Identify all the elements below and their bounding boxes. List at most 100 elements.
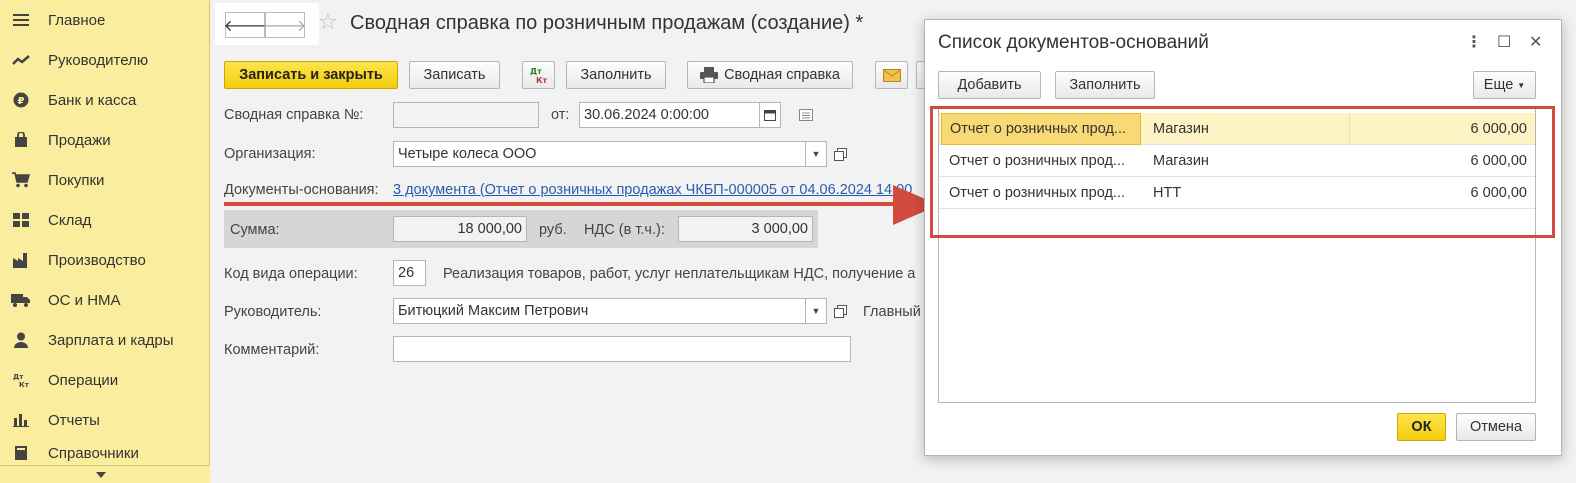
cancel-button[interactable]: Отмена xyxy=(1456,413,1536,441)
page-title: Сводная справка по розничным продажам (с… xyxy=(350,12,864,34)
currency-label: руб. xyxy=(539,222,567,238)
comment-input[interactable] xyxy=(393,336,851,362)
store-cell[interactable]: Магазин xyxy=(1153,145,1343,177)
sidebar-item-sales[interactable]: Продажи xyxy=(0,120,210,160)
calendar-icon xyxy=(764,110,776,121)
sidebar-item-label: Главное xyxy=(48,11,106,29)
org-open-button[interactable] xyxy=(829,141,851,167)
sidebar-item-label: Склад xyxy=(48,211,92,229)
menu-lines-icon xyxy=(10,11,32,29)
sidebar-item-operations[interactable]: Дт Кт Операции xyxy=(0,360,210,400)
add-button[interactable]: Добавить xyxy=(938,71,1041,99)
sidebar-item-catalogs[interactable]: Справочники xyxy=(0,440,210,466)
more-label: Еще xyxy=(1483,77,1514,93)
save-button[interactable]: Записать xyxy=(409,61,500,89)
number-input[interactable] xyxy=(393,102,539,128)
sidebar-item-main[interactable]: Главное xyxy=(0,0,210,40)
svg-text:Кт: Кт xyxy=(19,381,30,388)
dt-kt-button[interactable]: Дт Кт xyxy=(522,61,555,89)
sidebar-item-salary[interactable]: Зарплата и кадры xyxy=(0,320,210,360)
sum-label: Сумма: xyxy=(230,222,280,238)
favorite-star-icon[interactable]: ☆ xyxy=(318,9,338,35)
back-button[interactable]: 🡐 xyxy=(223,12,267,38)
org-input[interactable]: Четыре колеса ООО xyxy=(393,141,807,167)
book-icon xyxy=(10,444,32,462)
svg-text:Дт: Дт xyxy=(530,67,542,76)
maximize-icon[interactable]: ☐ xyxy=(1497,32,1511,52)
print-summary-label: Сводная справка xyxy=(724,67,840,83)
store-cell[interactable]: НТТ xyxy=(1153,177,1343,209)
comment-list-icon[interactable] xyxy=(795,102,817,128)
sum-field: 18 000,00 xyxy=(393,216,527,242)
sidebar-item-label: Банк и касса xyxy=(48,91,137,109)
triangle-down-icon: ▼ xyxy=(811,306,821,316)
dt-kt-icon: ДтКт xyxy=(10,371,32,389)
docs-link[interactable]: 3 документа (Отчет о розничных продажах … xyxy=(393,182,927,198)
vat-label: НДС (в т.ч.): xyxy=(584,222,665,238)
doc-cell[interactable]: Отчет о розничных прод... xyxy=(941,177,1141,209)
arrow-left-icon: 🡐 xyxy=(223,17,267,35)
dialog-title: Список документов-оснований xyxy=(938,32,1209,53)
ruble-coin-icon: ₽ xyxy=(10,91,32,109)
base-documents-dialog: Список документов-оснований ⋮ ☐ ✕ Добави… xyxy=(924,19,1562,456)
vat-field: 3 000,00 xyxy=(678,216,813,242)
forward-button[interactable]: 🡒 xyxy=(264,12,306,38)
date-input[interactable]: 30.06.2024 0:00:00 xyxy=(579,102,761,128)
email-button[interactable] xyxy=(875,61,908,89)
chief-label: Главный xyxy=(863,304,921,320)
sidebar-item-label: Операции xyxy=(48,371,119,389)
head-label: Руководитель: xyxy=(224,304,322,320)
sidebar-item-label: Справочники xyxy=(48,444,139,462)
save-close-button[interactable]: Записать и закрыть xyxy=(224,61,398,89)
sidebar-scroll-down[interactable] xyxy=(0,465,210,483)
truck-icon xyxy=(10,291,32,309)
envelope-icon xyxy=(882,68,901,82)
opcode-input[interactable]: 26 xyxy=(393,260,426,286)
opcode-label: Код вида операции: xyxy=(224,266,358,282)
more-options-icon[interactable]: ⋮ xyxy=(1466,32,1482,52)
printer-icon xyxy=(700,67,719,83)
print-summary-button[interactable]: Сводная справка xyxy=(687,61,853,89)
documents-table: Отчет о розничных прод... Магазин 6 000,… xyxy=(938,108,1536,403)
opcode-description: Реализация товаров, работ, услуг неплате… xyxy=(443,266,916,282)
calendar-button[interactable] xyxy=(759,102,781,128)
sidebar-item-bank[interactable]: ₽ Банк и касса xyxy=(0,80,210,120)
table-row[interactable]: Отчет о розничных прод... НТТ 6 000,00 xyxy=(939,177,1535,209)
head-input[interactable]: Битюцкий Максим Петрович xyxy=(393,298,807,324)
sidebar-item-manager[interactable]: Руководителю xyxy=(0,40,210,80)
org-dropdown-button[interactable]: ▼ xyxy=(805,141,827,167)
sidebar-item-label: Отчеты xyxy=(48,411,100,429)
ok-button[interactable]: ОК xyxy=(1397,413,1446,441)
sidebar-item-warehouse[interactable]: Склад xyxy=(0,200,210,240)
table-row[interactable]: Отчет о розничных прод... Магазин 6 000,… xyxy=(939,113,1535,145)
sidebar-item-assets[interactable]: ОС и НМА xyxy=(0,280,210,320)
amount-cell[interactable]: 6 000,00 xyxy=(1349,177,1527,209)
dialog-fill-button[interactable]: Заполнить xyxy=(1055,71,1155,99)
close-icon[interactable]: ✕ xyxy=(1529,32,1542,52)
svg-text:Дт: Дт xyxy=(13,373,24,381)
sidebar-item-production[interactable]: Производство xyxy=(0,240,210,280)
store-cell[interactable]: Магазин xyxy=(1153,113,1343,145)
sidebar-item-reports[interactable]: Отчеты xyxy=(0,400,210,440)
sidebar-item-label: ОС и НМА xyxy=(48,291,121,309)
head-open-button[interactable] xyxy=(829,298,851,324)
more-button[interactable]: Еще ▼ xyxy=(1473,71,1536,99)
person-icon xyxy=(10,331,32,349)
fill-button[interactable]: Заполнить xyxy=(566,61,666,89)
shopping-bag-icon xyxy=(10,131,32,149)
svg-text:Кт: Кт xyxy=(536,76,548,84)
table-row[interactable]: Отчет о розничных прод... Магазин 6 000,… xyxy=(939,145,1535,177)
amount-cell[interactable]: 6 000,00 xyxy=(1349,113,1527,145)
doc-cell[interactable]: Отчет о розничных прод... xyxy=(941,145,1141,177)
head-dropdown-button[interactable]: ▼ xyxy=(805,298,827,324)
open-window-icon xyxy=(833,147,847,161)
warehouse-icon xyxy=(10,211,32,229)
doc-cell[interactable]: Отчет о розничных прод... xyxy=(941,113,1141,145)
history-nav: 🡐 🡒 xyxy=(215,3,319,45)
chevron-down-icon: ▼ xyxy=(1517,80,1526,90)
triangle-down-icon xyxy=(96,472,106,478)
open-window-icon xyxy=(833,304,847,318)
sidebar-item-purchases[interactable]: Покупки xyxy=(0,160,210,200)
amount-cell[interactable]: 6 000,00 xyxy=(1349,145,1527,177)
comment-label: Комментарий: xyxy=(224,342,320,358)
